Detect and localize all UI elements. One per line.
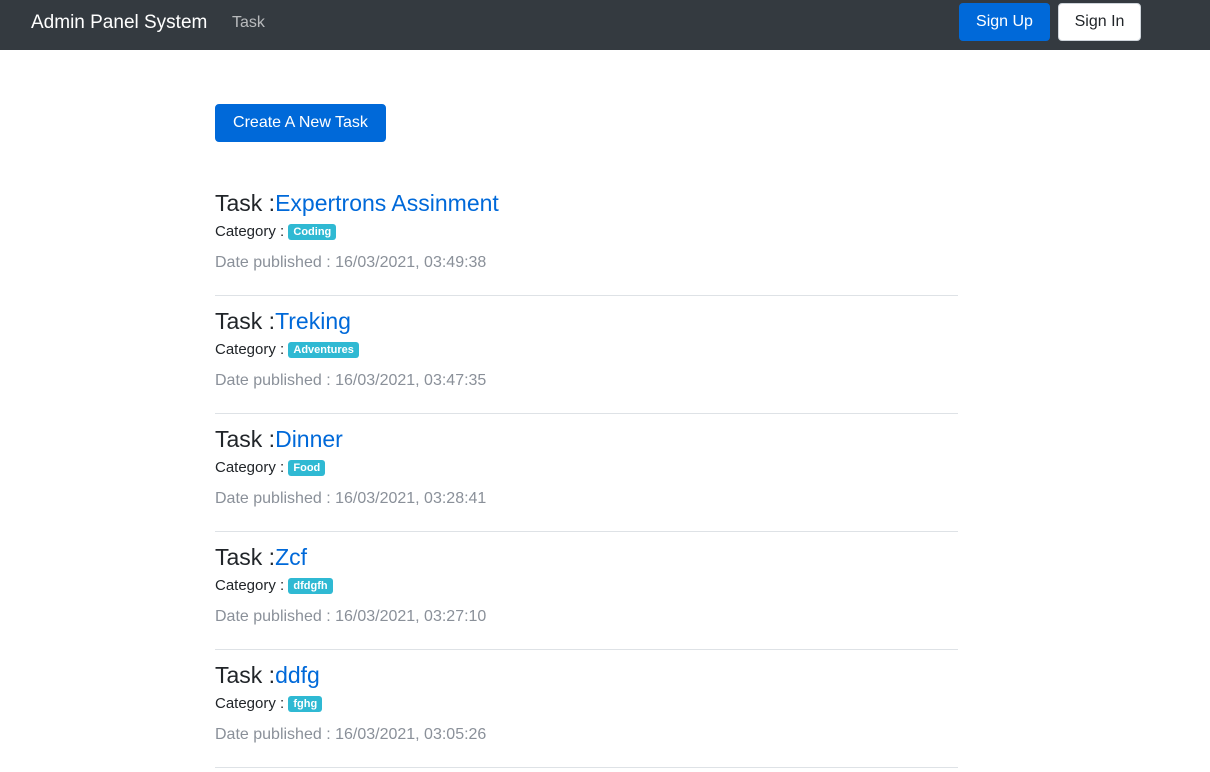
task-category: Category : Food bbox=[215, 458, 326, 478]
date-value: 16/03/2021, 03:49:38 bbox=[335, 254, 487, 271]
task-category: Category : fghg bbox=[215, 694, 323, 714]
task-date: Date published : 16/03/2021, 03:28:41 bbox=[215, 489, 486, 509]
category-badge: Food bbox=[288, 460, 326, 476]
task-title-link[interactable]: Expertrons Assinment bbox=[275, 190, 499, 216]
category-badge: Adventures bbox=[288, 342, 359, 358]
sign-up-button[interactable]: Sign Up bbox=[959, 3, 1050, 41]
category-badge: Coding bbox=[288, 224, 337, 240]
date-prefix: Date published : bbox=[215, 726, 336, 743]
task-item: Task :Treking Category : Adventures Date… bbox=[215, 296, 958, 414]
task-title: Task :Expertrons Assinment bbox=[215, 188, 499, 218]
task-title-prefix: Task : bbox=[215, 544, 276, 570]
task-item: Task :Expertrons Assinment Category : Co… bbox=[215, 178, 958, 296]
category-badge: dfdgfh bbox=[288, 578, 333, 594]
task-title-prefix: Task : bbox=[215, 662, 276, 688]
date-value: 16/03/2021, 03:05:26 bbox=[335, 726, 487, 743]
task-item: Task :Dinner Category : Food Date publis… bbox=[215, 414, 958, 532]
task-title-link[interactable]: Treking bbox=[275, 308, 351, 334]
top-navbar: Admin Panel System Task Sign Up Sign In bbox=[0, 0, 1210, 50]
date-value: 16/03/2021, 03:28:41 bbox=[335, 490, 487, 507]
task-category: Category : Coding bbox=[215, 222, 337, 242]
task-title-prefix: Task : bbox=[215, 308, 276, 334]
task-date: Date published : 16/03/2021, 03:49:38 bbox=[215, 253, 486, 273]
date-prefix: Date published : bbox=[215, 608, 336, 625]
task-date: Date published : 16/03/2021, 03:47:35 bbox=[215, 371, 486, 391]
task-item: Task :Zcf Category : dfdgfh Date publish… bbox=[215, 532, 958, 650]
sign-in-button[interactable]: Sign In bbox=[1058, 3, 1141, 41]
date-prefix: Date published : bbox=[215, 490, 336, 507]
task-title: Task :ddfg bbox=[215, 660, 320, 690]
task-title: Task :Dinner bbox=[215, 424, 343, 454]
task-date: Date published : 16/03/2021, 03:27:10 bbox=[215, 607, 486, 627]
navbar-brand[interactable]: Admin Panel System bbox=[31, 11, 207, 35]
nav-link-task[interactable]: Task bbox=[232, 13, 265, 33]
category-badge: fghg bbox=[288, 696, 323, 712]
task-item: Task :ddfg Category : fghg Date publishe… bbox=[215, 650, 958, 768]
date-value: 16/03/2021, 03:27:10 bbox=[335, 608, 487, 625]
date-prefix: Date published : bbox=[215, 254, 336, 271]
task-title-link[interactable]: Dinner bbox=[275, 426, 343, 452]
task-date: Date published : 16/03/2021, 03:05:26 bbox=[215, 725, 486, 745]
create-task-button[interactable]: Create A New Task bbox=[215, 104, 386, 142]
date-value: 16/03/2021, 03:47:35 bbox=[335, 372, 487, 389]
category-prefix: Category : bbox=[215, 577, 289, 594]
task-category: Category : dfdgfh bbox=[215, 576, 333, 596]
task-category: Category : Adventures bbox=[215, 340, 359, 360]
task-list: Task :Expertrons Assinment Category : Co… bbox=[215, 178, 958, 768]
category-prefix: Category : bbox=[215, 223, 289, 240]
task-title: Task :Treking bbox=[215, 306, 351, 336]
category-prefix: Category : bbox=[215, 695, 289, 712]
date-prefix: Date published : bbox=[215, 372, 336, 389]
task-title-link[interactable]: Zcf bbox=[275, 544, 307, 570]
category-prefix: Category : bbox=[215, 459, 289, 476]
task-title: Task :Zcf bbox=[215, 542, 307, 572]
category-prefix: Category : bbox=[215, 341, 289, 358]
task-title-prefix: Task : bbox=[215, 426, 276, 452]
task-title-link[interactable]: ddfg bbox=[275, 662, 320, 688]
task-title-prefix: Task : bbox=[215, 190, 276, 216]
